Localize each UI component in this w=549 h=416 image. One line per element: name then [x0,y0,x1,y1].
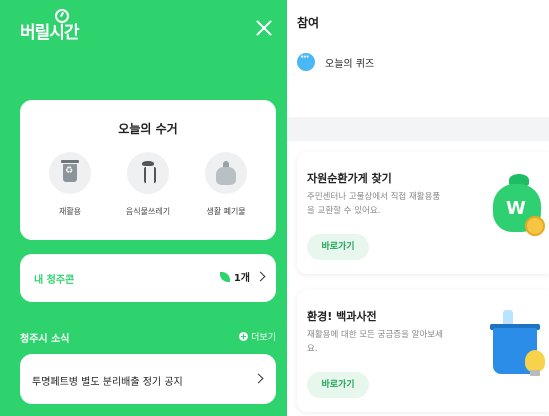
more-link[interactable]: 더보기 [239,330,276,343]
notice-title: 투명페트병 별도 분리배출 정기 공지 [32,377,183,388]
category-recycling[interactable]: 재활용 [34,152,106,217]
app-logo: 버릴시간 [20,23,80,43]
recycle-bin-lightbulb-icon [490,310,549,380]
more-label: 더보기 [251,333,276,343]
go-button[interactable]: 바로가기 [307,234,369,260]
go-button[interactable]: 바로가기 [307,372,369,398]
section-divider [287,117,549,141]
page-title: 참여 [297,16,320,30]
news-section-title: 청주시 소식 [20,334,70,345]
clock-icon [55,9,69,23]
participate-screen: 참여 오늘의 퀴즈 자원순환가게 찾기 주민센터나 고물상에서 직접 재활용품을… [287,0,549,416]
side-menu: 버릴시간 오늘의 수거 재활용 음식물쓰레기 생활 폐기물 내 청주콘 1개 청… [0,0,287,416]
chevron-right-icon [253,373,264,384]
category-general-waste[interactable]: 생활 폐기물 [190,152,262,217]
food-waste-icon [141,161,156,185]
quiz-label: 오늘의 퀴즈 [325,58,375,70]
coupon-label: 내 청주콘 [34,275,75,286]
card-title: 환경! 백과사전 [307,310,377,323]
today-collection-card: 오늘의 수거 재활용 음식물쓰레기 생활 폐기물 [20,100,276,240]
money-bag-icon: W [493,174,545,236]
notice-item[interactable]: 투명페트병 별도 분리배출 정기 공지 [20,354,276,404]
card-description: 주민센터나 고물상에서 직접 재활용품을 교환할 수 있어요. [307,192,441,216]
recycle-bin-icon [61,160,79,182]
category-label: 생활 폐기물 [206,207,246,216]
resource-shop-card: 자원순환가게 찾기 주민센터나 고물상에서 직접 재활용품을 교환할 수 있어요… [297,152,549,274]
chevron-right-icon [255,271,266,282]
trash-bag-icon [216,161,236,185]
my-coupon-row[interactable]: 내 청주콘 1개 [20,254,276,302]
category-label: 음식물쓰레기 [125,207,171,216]
close-button[interactable] [254,18,274,38]
today-quiz-item[interactable]: 오늘의 퀴즈 [297,52,375,71]
card-description: 재활용에 대한 모든 궁금증을 알아보세요. [307,330,443,354]
category-label: 재활용 [58,207,82,216]
eco-encyclopedia-card: 환경! 백과사전 재활용에 대한 모든 궁금증을 알아보세요. 바로가기 [297,290,549,412]
leaf-icon [219,271,230,282]
plus-icon [239,332,249,341]
today-collection-title: 오늘의 수거 [118,122,178,136]
card-title: 자원순환가게 찾기 [307,172,392,185]
coupon-count: 1개 [233,273,250,284]
category-food-waste[interactable]: 음식물쓰레기 [112,152,184,217]
chat-bubble-icon [297,52,315,71]
